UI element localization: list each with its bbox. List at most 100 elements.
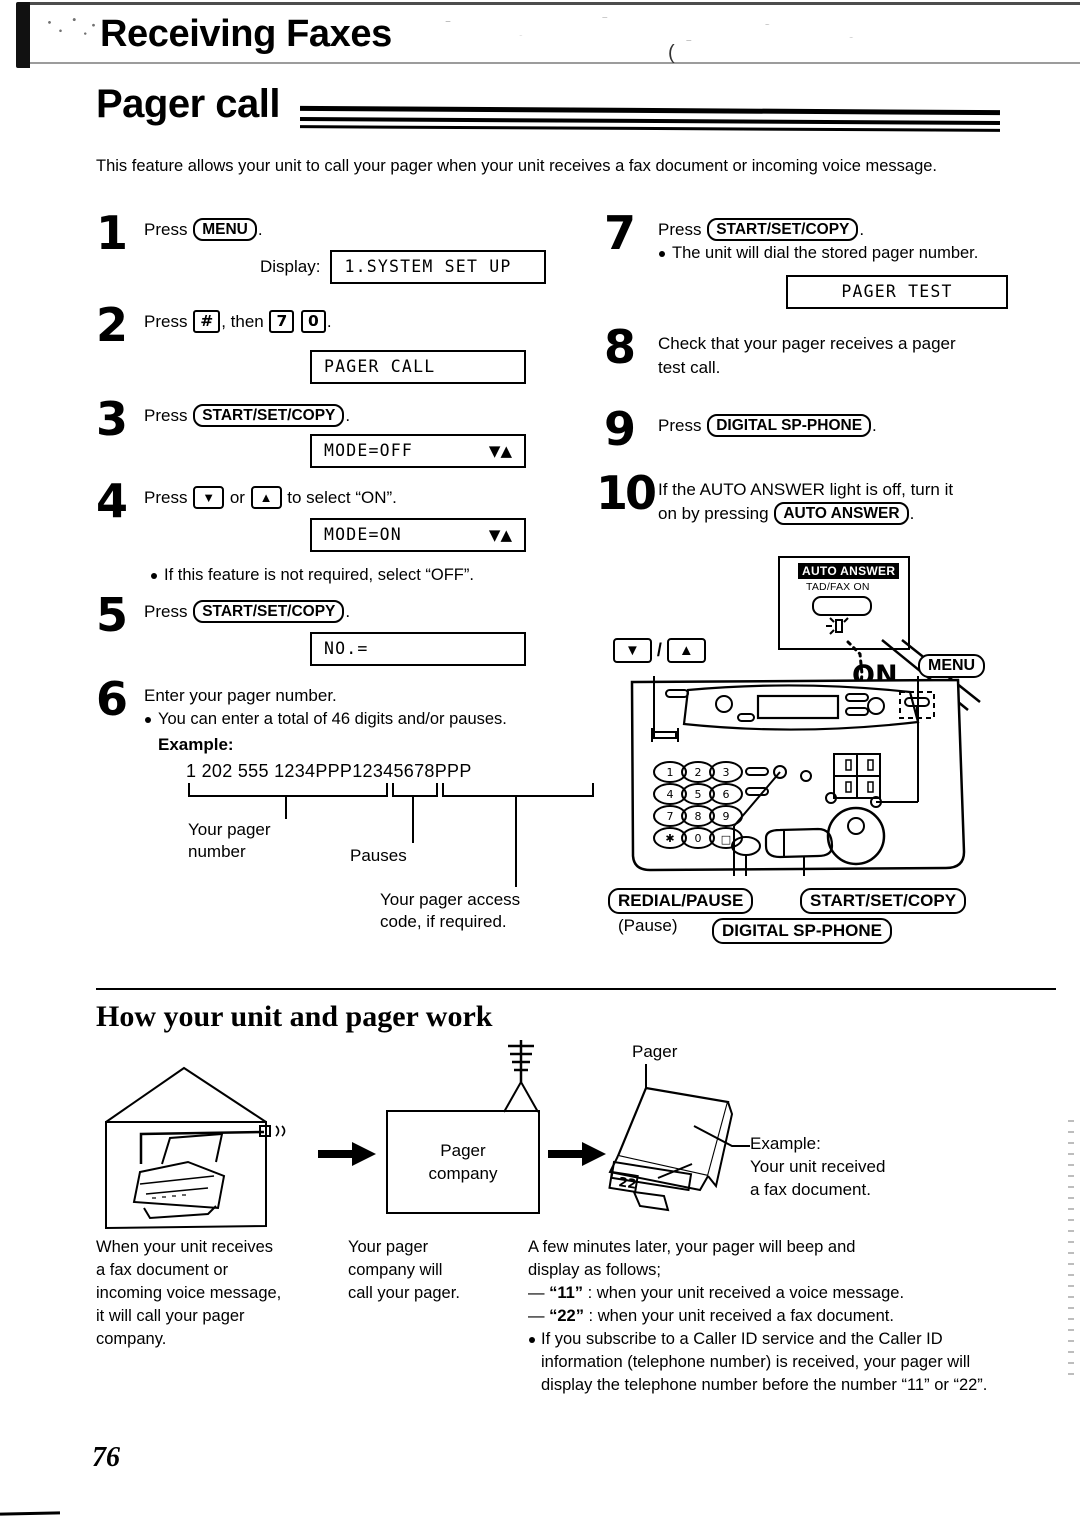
step-number: 2	[96, 298, 129, 352]
steps-column-left: 1 Press MENU. Display: 1.SYSTEM SET UP 2…	[96, 210, 594, 951]
house-with-fax-icon	[105, 1066, 286, 1230]
led-blink-icon	[826, 617, 849, 635]
code-22: “22”	[549, 1307, 584, 1325]
step-10-line2-after: .	[909, 504, 915, 523]
start-set-copy-key[interactable]: START/SET/COPY	[707, 218, 859, 241]
menu-callout[interactable]: MENU	[918, 654, 986, 678]
scan-artifact-mark: (	[668, 42, 675, 64]
fax-machine-illustration: AUTO ANSWER TAD/FAX ON ON MENU ▼ / ▲ 1 2…	[600, 548, 1080, 968]
digit-7-key[interactable]: 7	[269, 310, 295, 333]
callout-slash: /	[656, 640, 662, 660]
example-label: Example:	[158, 735, 234, 754]
running-title: Receiving Faxes	[100, 13, 392, 55]
step-number: 7	[604, 206, 637, 260]
up-arrow-callout[interactable]: ▲	[666, 638, 706, 663]
page-number: 76	[92, 1442, 120, 1473]
menu-key[interactable]: MENU	[193, 218, 257, 241]
svg-text:1: 1	[667, 766, 674, 779]
pager-display-value: 22	[617, 1175, 637, 1193]
step-7-text-before: Press	[658, 220, 702, 239]
caption3-line1: A few minutes later, your pager will bee…	[528, 1238, 856, 1256]
pager-example-leader	[693, 1125, 750, 1147]
hash-key[interactable]: #	[193, 310, 221, 333]
step-number: 1	[96, 206, 129, 260]
step-9-text-before: Press	[658, 416, 702, 435]
step-4-text-mid: or	[229, 488, 245, 507]
manual-page: ( Receiving Faxes Pager call This featur…	[0, 0, 1080, 1526]
digital-sp-phone-key[interactable]: DIGITAL SP-PHONE	[707, 414, 872, 437]
lcd-arrows: ▼▲	[488, 526, 512, 544]
example-pager-number: 1 202 555 1234PPP12345678PPP	[186, 761, 472, 781]
step-4-text-after: to select “ON”.	[287, 488, 397, 507]
step-1-text-before: Press	[144, 220, 188, 239]
rest-11: : when your unit received a voice messag…	[583, 1284, 905, 1302]
svg-text:6: 6	[723, 788, 730, 801]
step-10-line2-before: on by pressing	[658, 504, 769, 523]
step-4: 4 Press ▼ or ▲ to select “ON”. MODE=ON ▼…	[96, 478, 576, 598]
start-set-copy-key[interactable]: START/SET/COPY	[193, 600, 345, 623]
step-1-text-after: .	[257, 220, 263, 239]
auto-answer-key[interactable]: AUTO ANSWER	[774, 502, 909, 525]
lcd-text: PAGER TEST	[841, 282, 953, 301]
lcd-text: NO.=	[324, 639, 369, 658]
redial-pause-callout[interactable]: REDIAL/PAUSE	[608, 888, 754, 914]
step-4-note: If this feature is not required, select …	[150, 564, 576, 587]
scan-edge-specks	[1068, 1120, 1074, 1380]
step-5-text-after: .	[345, 602, 351, 621]
dash-1: —	[528, 1284, 545, 1302]
svg-text:7: 7	[667, 810, 674, 823]
svg-text:✱: ✱	[665, 832, 674, 845]
step-3-text-after: .	[345, 406, 351, 425]
section-divider	[96, 988, 1056, 990]
pager-label: Pager	[632, 1042, 678, 1061]
code-11: “11”	[549, 1284, 584, 1302]
step-9: 9 Press DIGITAL SP-PHONE.	[604, 406, 1080, 476]
how-it-works-diagram: Pager company Pager 22 Example: Your uni…	[96, 1040, 1056, 1240]
step-number: 4	[96, 474, 129, 528]
step-8-line2: test call.	[658, 358, 721, 377]
up-arrow-key[interactable]: ▲	[250, 486, 282, 509]
step-6-line1: Enter your pager number.	[144, 686, 337, 705]
brace-label-pauses: Pauses	[350, 846, 407, 865]
step-3: 3 Press START/SET/COPY. MODE=OFF ▼▲	[96, 396, 576, 484]
step-number: 10	[596, 466, 657, 520]
step-3-text-before: Press	[144, 406, 188, 425]
pause-note: (Pause)	[618, 916, 678, 935]
digital-sp-phone-callout[interactable]: DIGITAL SP-PHONE	[712, 918, 892, 944]
display-label: Display:	[260, 257, 321, 276]
page-title: Pager call	[96, 82, 281, 126]
pager-company-label: Pager company	[428, 1141, 498, 1183]
dash-2: —	[528, 1307, 545, 1325]
caption3-line2: display as follows;	[528, 1261, 661, 1279]
step-6-bullet: You can enter a total of 46 digits and/o…	[144, 708, 576, 731]
fax-panel-drawing: 1 2 3 4 5 6 7 8 9 ✱ 0 □	[630, 676, 966, 876]
header-bottom-rule	[30, 62, 1080, 64]
digit-0-key[interactable]: 0	[301, 310, 326, 333]
down-arrow-key[interactable]: ▼	[193, 486, 225, 509]
step-5: 5 Press START/SET/COPY. NO.=	[96, 592, 576, 682]
lcd-arrows: ▼▲	[488, 442, 512, 460]
svg-text:2: 2	[695, 766, 702, 779]
step-2-text-after: .	[326, 312, 332, 331]
lcd-display: PAGER CALL	[310, 350, 526, 384]
step-number: 8	[604, 320, 637, 374]
scan-speckle	[44, 14, 99, 42]
start-set-copy-callout[interactable]: START/SET/COPY	[800, 888, 967, 914]
lcd-text: MODE=OFF	[324, 441, 414, 460]
header-top-rule	[18, 2, 1080, 5]
svg-text:9: 9	[723, 810, 730, 823]
tad-fax-on-label: TAD/FAX ON	[806, 581, 870, 593]
pager-company-box: Pager company	[386, 1110, 540, 1214]
intro-paragraph: This feature allows your unit to call yo…	[96, 157, 938, 175]
down-arrow-callout[interactable]: ▼	[613, 638, 652, 663]
start-set-copy-key[interactable]: START/SET/COPY	[193, 404, 345, 427]
svg-text:4: 4	[667, 788, 674, 801]
step-5-text-before: Press	[144, 602, 188, 621]
header-bracket	[16, 2, 30, 68]
lcd-display: MODE=OFF ▼▲	[310, 434, 526, 468]
title-underline-rules	[299, 100, 1001, 132]
lcd-text: 1.SYSTEM SET UP	[344, 257, 512, 276]
steps-column-right: 7 Press START/SET/COPY. The unit will di…	[596, 210, 1080, 550]
step-2-text-mid: , then	[221, 312, 264, 331]
step-6: 6 Enter your pager number. You can enter…	[96, 676, 594, 949]
